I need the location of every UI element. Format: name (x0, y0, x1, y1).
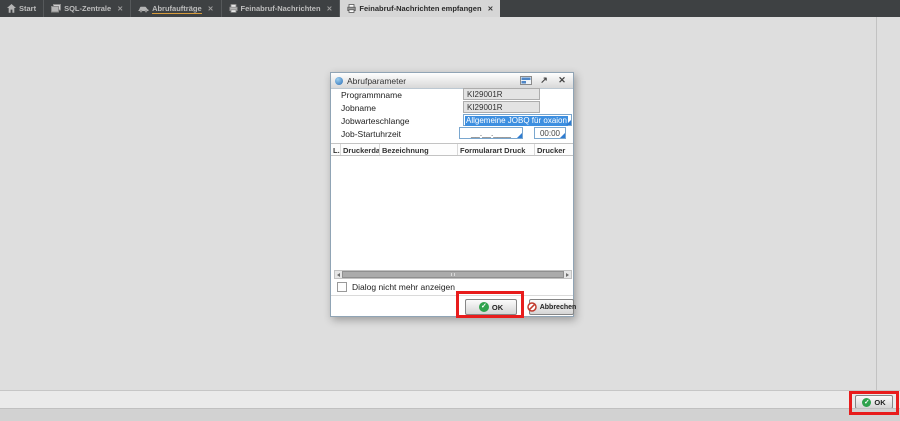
horizontal-scrollbar[interactable] (334, 270, 572, 279)
column-header[interactable]: L. (331, 144, 341, 155)
scroll-left-icon[interactable] (335, 271, 342, 278)
button-row-divider (331, 295, 573, 296)
abbrechen-button[interactable]: Abbrechen (529, 299, 574, 315)
time-value: 00:00 (540, 129, 560, 138)
prompt-triangle-icon[interactable] (517, 133, 522, 138)
bottom-button-bar: ✓ OK (0, 390, 900, 408)
table-header: L. Druckerdat... Bezeichnung Formularart… (331, 143, 573, 156)
jobname-field: KI29001R (463, 101, 540, 113)
tab-label: Feinabruf-Nachrichten empfangen (359, 4, 481, 13)
close-icon[interactable]: ✕ (555, 75, 569, 87)
selected-text: Allgemeine JOBQ für oxaion (465, 116, 568, 126)
printer-icon (347, 4, 356, 13)
start-time-input[interactable]: 00:00 (534, 127, 566, 139)
column-header[interactable]: Bezeichnung (380, 144, 458, 155)
close-icon[interactable]: ✕ (488, 5, 494, 13)
abrufparameter-dialog: Abrufparameter ↗ ✕ Programmname KI29001R… (330, 72, 574, 317)
checkbox-label: Dialog nicht mehr anzeigen (352, 282, 455, 292)
detach-arrow-icon[interactable]: ↗ (537, 75, 551, 87)
bottom-ok-label: OK (874, 398, 885, 407)
dont-show-again-row: Dialog nicht mehr anzeigen (337, 282, 455, 292)
check-circle-icon: ✓ (479, 302, 489, 312)
tab-label: SQL-Zentrale (64, 4, 111, 13)
app-screen: Start SQL-Zentrale ✕ Abrufaufträge ✕ Fei… (0, 0, 900, 421)
close-icon[interactable]: ✕ (327, 5, 333, 13)
tab-label: Feinabruf-Nachrichten (241, 4, 321, 13)
column-header[interactable]: Drucker (535, 144, 573, 155)
column-header[interactable]: Formularart Druck (458, 144, 535, 155)
tab-feinabruf-nachrichten[interactable]: Feinabruf-Nachrichten ✕ (222, 0, 341, 17)
job-startuhrzeit-label: Job-Startuhrzeit (341, 129, 401, 139)
tab-bar: Start SQL-Zentrale ✕ Abrufaufträge ✕ Fei… (0, 0, 900, 17)
close-icon[interactable]: ✕ (208, 5, 214, 13)
cancel-circle-icon (527, 302, 537, 312)
bottom-ok-button[interactable]: ✓ OK (855, 395, 893, 409)
close-icon[interactable]: ✕ (117, 5, 123, 13)
car-icon (138, 5, 149, 13)
check-circle-icon: ✓ (862, 398, 871, 407)
programmname-label: Programmname (341, 90, 402, 100)
bottom-status-strip (0, 408, 900, 421)
dock-window-icon[interactable] (519, 75, 533, 87)
date-placeholder: __.__.____ (471, 129, 511, 138)
app-ball-icon (335, 77, 343, 85)
abbrechen-button-label: Abbrechen (540, 304, 577, 311)
dont-show-again-checkbox[interactable] (337, 282, 347, 292)
home-icon (7, 4, 16, 13)
tab-bar-filler (500, 0, 900, 17)
prompt-triangle-icon[interactable] (566, 120, 571, 125)
prompt-triangle-icon[interactable] (560, 133, 565, 138)
programmname-field: KI29001R (463, 88, 540, 100)
tab-label: Start (19, 4, 36, 13)
scroll-right-icon[interactable] (564, 271, 571, 278)
tab-sql-zentrale[interactable]: SQL-Zentrale ✕ (44, 0, 131, 17)
ok-button-label: OK (492, 303, 503, 312)
window-icon (51, 4, 61, 13)
column-header[interactable]: Druckerdat... (341, 144, 380, 155)
scrollbar-thumb[interactable] (342, 271, 564, 278)
scrollbar-grip (451, 273, 455, 276)
dialog-title: Abrufparameter (347, 76, 515, 86)
printer-icon (229, 4, 238, 13)
jobwarteschlange-label: Jobwarteschlange (341, 116, 410, 126)
dialog-title-bar[interactable]: Abrufparameter ↗ ✕ (331, 73, 573, 89)
tab-label: Abrufaufträge (152, 4, 202, 14)
tab-feinabruf-nachrichten-empfangen[interactable]: Feinabruf-Nachrichten empfangen ✕ (340, 0, 500, 17)
ok-button[interactable]: ✓ OK (465, 299, 517, 315)
panel-divider (876, 17, 877, 390)
jobname-label: Jobname (341, 103, 376, 113)
jobwarteschlange-input[interactable]: Allgemeine JOBQ für oxaion (463, 114, 572, 126)
start-date-input[interactable]: __.__.____ (459, 127, 523, 139)
tab-start[interactable]: Start (0, 0, 44, 17)
tab-abrufauftraege[interactable]: Abrufaufträge ✕ (131, 0, 221, 17)
